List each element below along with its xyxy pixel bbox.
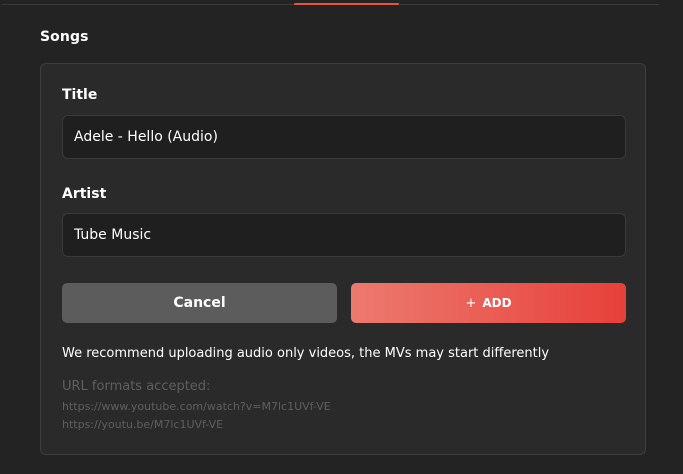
artist-input[interactable] bbox=[62, 213, 626, 257]
add-button-label: ADD bbox=[482, 296, 512, 310]
cancel-button[interactable]: Cancel bbox=[62, 283, 337, 323]
section-title: Songs bbox=[40, 29, 89, 45]
title-label: Title bbox=[62, 87, 98, 103]
url-format-example: https://youtu.be/M7lc1UVf-VE bbox=[62, 418, 224, 431]
cancel-button-label: Cancel bbox=[173, 295, 226, 311]
artist-label: Artist bbox=[62, 186, 107, 202]
add-song-card: Title Artist Cancel + ADD We recommend u… bbox=[40, 63, 646, 455]
recommendation-text: We recommend uploading audio only videos… bbox=[62, 346, 550, 361]
url-formats-heading: URL formats accepted: bbox=[62, 379, 211, 394]
active-tab-indicator bbox=[294, 3, 399, 5]
url-format-example: https://www.youtube.com/watch?v=M7lc1UVf… bbox=[62, 400, 331, 413]
plus-icon: + bbox=[465, 295, 477, 311]
title-input[interactable] bbox=[62, 115, 626, 159]
add-button[interactable]: + ADD bbox=[351, 283, 626, 323]
